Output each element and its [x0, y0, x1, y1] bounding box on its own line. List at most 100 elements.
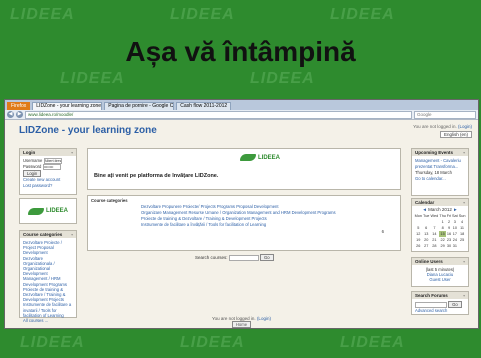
tab-strip: Firefox LIDZone - your learning zone Pag…	[5, 100, 478, 110]
collapse-icon[interactable]: ▫	[71, 232, 73, 237]
address-bar[interactable]: www.lideea.ro/moodle/	[25, 110, 412, 119]
category-link[interactable]: Management / HRM Development Programs	[23, 276, 67, 286]
welcome-block: LIDEEA Bine ați venit pe platforma de în…	[87, 148, 401, 190]
lost-password-link[interactable]: Lost password?	[23, 183, 52, 188]
course-category-link[interactable]: Dezvoltare Propunere Proiecte/ Projects …	[141, 204, 279, 209]
calendar-day: 31	[452, 244, 457, 248]
prev-month-icon[interactable]: ◄	[422, 207, 426, 212]
watermark: LIDEEA	[20, 334, 85, 351]
calendar-day: 28	[432, 244, 437, 248]
next-month-icon[interactable]: ►	[453, 207, 457, 212]
calendar-link[interactable]: Go to calendar...	[415, 176, 446, 181]
collapse-icon[interactable]: ▫	[463, 259, 465, 264]
lideea-logo: LIDEEA	[239, 154, 280, 161]
page-footer: You are not logged in. (Login) Home	[5, 316, 478, 328]
calendar-day: 26	[416, 244, 421, 248]
logo-text: LIDEEA	[45, 208, 68, 214]
calendar-block-title: Calendar	[415, 200, 435, 205]
category-link[interactable]: Dezvoltare Organizationala / Organizatio…	[23, 256, 55, 277]
watermark: LIDEEA	[330, 6, 395, 23]
watermark: LIDEEA	[170, 6, 235, 23]
browser-window: Firefox LIDZone - your learning zone Pag…	[4, 99, 479, 329]
calendar-grid: Mon Tue Wed Thu Fri Sat Sun 1 2 3 4 5 6 …	[414, 213, 466, 249]
username-field[interactable]: Albert.tires	[43, 158, 62, 164]
calendar-day: 27	[424, 244, 429, 248]
month-label: March 2012	[428, 207, 452, 212]
forward-icon[interactable]: ▶	[16, 111, 23, 118]
calendar-day	[458, 243, 466, 249]
course-category-link[interactable]: Instrumente de facilitare a învățării / …	[141, 222, 266, 227]
tab-lidzone[interactable]: LIDZone - your learning zone	[32, 102, 103, 110]
logo-text: LIDEEA	[257, 154, 280, 161]
online-users-title: Online Users	[415, 259, 443, 264]
calendar-day: 29	[440, 244, 445, 248]
weekday: Mon	[414, 214, 422, 218]
leaf-icon	[27, 207, 44, 215]
navigation-bar: ◀ ▶ www.lideea.ro/moodle/ Google	[5, 110, 478, 120]
login-info: You are not logged in. (Login) English (…	[413, 124, 472, 138]
moodle-page: LIDZone - your learning zone You are not…	[5, 120, 478, 328]
forum-search-input[interactable]	[415, 301, 447, 308]
back-icon[interactable]: ◀	[7, 111, 14, 118]
login-status: You are not logged in.	[413, 124, 457, 129]
tab-cash-flow[interactable]: Cash flow 2011-2012	[176, 102, 232, 110]
course-search-button[interactable]: Go	[260, 254, 274, 261]
categories-block: Course categories ▫ Dezvoltare Proiecte /…	[19, 230, 77, 323]
welcome-text: Bine ați venit pe platforma de învățare …	[94, 173, 219, 179]
search-forums-block: Search Forums ▫ Go Advanced search	[411, 291, 469, 315]
watermark: LIDEEA	[250, 70, 315, 87]
login-link[interactable]: (Login)	[458, 124, 472, 129]
collapse-icon[interactable]: ▫	[71, 150, 73, 155]
weekday: Wed	[430, 214, 439, 218]
calendar-block: Calendar ▫ ◄ March 2012 ► Mon Tue Wed Thu	[411, 198, 469, 252]
password-label: Password	[23, 164, 42, 170]
leaf-icon	[239, 154, 256, 161]
online-user[interactable]: Guest User	[429, 277, 450, 282]
watermark: LIDEEA	[60, 70, 125, 87]
course-category-link[interactable]: Organizare Management Resurse Umane / Or…	[141, 210, 336, 215]
site-title: LIDZone - your learning zone	[19, 125, 157, 136]
forum-search-button[interactable]: Go	[448, 301, 462, 308]
event-link[interactable]: Management - Cavaleriu prezentat Transfo…	[415, 158, 461, 169]
weekday: Tue	[423, 214, 430, 218]
course-search-input[interactable]	[228, 254, 259, 261]
watermark: LIDEEA	[10, 6, 75, 23]
course-category-link[interactable]: Proiecte de training & Dezvoltare / Trai…	[141, 216, 267, 221]
category-link[interactable]: Proiecte de training & Dezvoltare / Trai…	[23, 287, 65, 302]
watermark: LIDEEA	[340, 334, 405, 351]
course-categories-block: Course categories Dezvoltare Propunere P…	[87, 195, 401, 251]
login-block: Login ▫ Username Albert.tires Password ••…	[19, 148, 77, 195]
course-categories-heading: Course categories	[91, 198, 128, 203]
lideea-logo: LIDEEA	[27, 207, 68, 215]
password-field[interactable]: ••••••••	[42, 164, 61, 171]
login-block-title: Login	[23, 150, 36, 155]
firefox-menu-button[interactable]: Firefox	[7, 102, 31, 110]
collapse-icon[interactable]: ▫	[463, 293, 465, 298]
course-search: Search courses: Go	[195, 254, 274, 261]
home-button[interactable]: Home	[231, 321, 252, 328]
logo-block: LIDEEA	[19, 198, 77, 224]
username-label: Username	[23, 158, 43, 164]
login-button[interactable]: Login	[23, 170, 42, 178]
collapse-icon[interactable]: ▫	[463, 200, 465, 205]
slide: LIDEEA LIDEEA LIDEEA LIDEEA LIDEEA LIDEE…	[0, 0, 481, 358]
search-label: Search courses:	[195, 255, 228, 260]
category-count: 6	[381, 229, 384, 234]
categories-block-title: Course categories	[23, 232, 63, 237]
footer-login-link[interactable]: (Login)	[257, 316, 271, 321]
watermark: LIDEEA	[180, 334, 245, 351]
category-link[interactable]: Dezvoltare Proiecte / Project Proposal D…	[23, 240, 62, 255]
event-time: Thursday, 18 March	[415, 170, 452, 175]
create-account-link[interactable]: Create new account	[23, 177, 60, 182]
events-block: Upcoming Events ▫ Management - Cavaleriu …	[411, 148, 469, 196]
collapse-icon[interactable]: ▫	[463, 150, 465, 155]
slide-title: Așa vă întâmpină	[125, 36, 356, 67]
search-bar[interactable]: Google	[414, 110, 476, 119]
language-select[interactable]: English (en)	[439, 131, 472, 138]
online-users-block: Online Users ▫ (last 5 minutes) Diana Luc…	[411, 257, 469, 287]
calendar-day: 30	[446, 244, 452, 248]
advanced-search-link[interactable]: Advanced search	[415, 308, 447, 313]
search-forums-title: Search Forums	[415, 293, 448, 298]
events-block-title: Upcoming Events	[415, 150, 454, 155]
tab-google[interactable]: Pagina de pornire - Google C...	[104, 102, 175, 110]
